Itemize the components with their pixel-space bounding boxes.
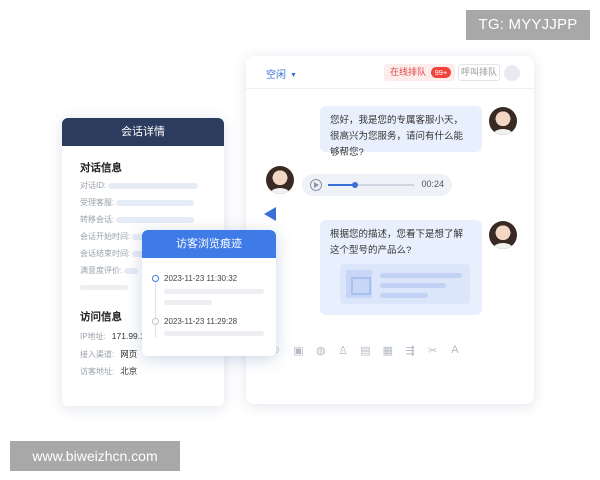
visitor-trail-popup: 访客浏览痕迹 2023-11-23 11:30:32 2023-11-23 11… — [142, 230, 276, 356]
document-icon[interactable]: ▤ — [360, 344, 370, 357]
field-channel: 接入渠道: 网页 — [80, 349, 138, 359]
placeholder-bar — [80, 285, 128, 290]
trail-entry-time: 2023-11-23 11:30:32 — [164, 274, 238, 283]
user-icon[interactable]: ♙ — [338, 344, 348, 357]
online-queue-label: 在线排队 — [390, 67, 427, 77]
product-price-placeholder — [380, 293, 428, 298]
play-icon[interactable] — [310, 179, 322, 191]
voice-duration: 00:24 — [421, 179, 444, 189]
image-icon — [346, 270, 372, 298]
filter-icon[interactable]: ⇶ — [405, 344, 415, 357]
product-card[interactable] — [340, 264, 470, 304]
voice-progress-track[interactable] — [354, 184, 414, 186]
chat-header: 空闲 ▼ 在线排队 99+ 呼叫排队 — [246, 56, 534, 89]
message-text: 根据您的描述，您看下是想了解这个型号的产品么? — [330, 229, 464, 256]
customer-avatar-photo — [266, 166, 294, 194]
chevron-down-icon: ▼ — [290, 72, 297, 79]
status-label: 空闲 — [266, 70, 286, 81]
agent-avatar-photo — [489, 221, 517, 249]
voice-message: 00:24 — [302, 174, 452, 196]
product-title-placeholder — [380, 273, 462, 278]
field-agent: 受理客服: — [80, 197, 195, 208]
watermark-top: TG: MYYJJPP — [466, 10, 590, 40]
chat-toolbar: ☺ ▣ ◍ ♙ ▤ ▦ ⇶ ✂ A — [270, 342, 460, 358]
agent-avatar[interactable] — [504, 65, 520, 81]
font-icon[interactable]: A — [450, 344, 460, 356]
trail-entry-placeholder — [164, 289, 264, 294]
agent-avatar-photo — [489, 107, 517, 135]
history-icon[interactable]: ◍ — [316, 344, 326, 357]
image-icon[interactable]: ▣ — [293, 344, 303, 357]
screenshot-icon[interactable]: ▦ — [383, 344, 393, 357]
pointer-arrow-icon — [264, 207, 276, 221]
session-details-title: 会话详情 — [62, 118, 224, 146]
visit-info-title: 访问信息 — [80, 311, 122, 323]
trail-entry-placeholder — [164, 300, 212, 305]
visitor-trail-title: 访客浏览痕迹 — [142, 230, 276, 258]
trail-entry-placeholder — [164, 331, 264, 336]
product-desc-placeholder — [380, 283, 446, 288]
field-conversation-id: 对话ID: — [80, 180, 199, 191]
status-dropdown[interactable]: 空闲 ▼ — [266, 66, 297, 81]
message-bubble: 您好，我是您的专属客服小天，很高兴为您服务，请问有什么能够帮您? — [320, 106, 482, 158]
field-transfer: 转移会话: — [80, 214, 195, 225]
voice-progress-knob[interactable] — [352, 182, 358, 188]
timeline-dot — [152, 318, 159, 325]
timeline-line — [155, 280, 156, 338]
online-queue-button[interactable]: 在线排队 99+ — [384, 64, 455, 81]
trail-entry-time: 2023-11-23 11:29:28 — [164, 317, 238, 326]
watermark-bottom: www.biweizhcn.com — [10, 441, 180, 471]
conversation-info-title: 对话信息 — [80, 162, 122, 174]
field-ip: IP地址: 171.99.1 — [80, 331, 145, 341]
timeline-dot — [152, 275, 159, 282]
voice-progress-fill — [328, 184, 354, 186]
queue-count-badge: 99+ — [431, 67, 451, 78]
call-queue-button[interactable]: 呼叫排队 — [458, 64, 500, 81]
field-location: 访客地址: 北京 — [80, 366, 138, 376]
field-satisfaction: 满意度评价: — [80, 265, 139, 276]
scissors-icon[interactable]: ✂ — [427, 344, 437, 357]
